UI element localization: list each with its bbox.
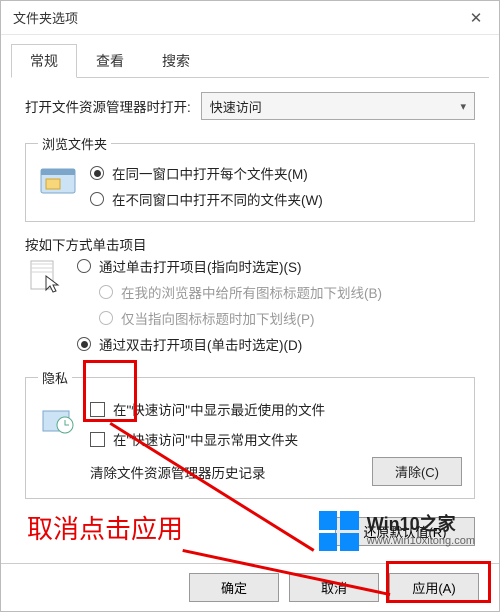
radio-underline-all: 在我的浏览器中给所有图标标题加下划线(B) <box>99 282 475 302</box>
window-title: 文件夹选项 <box>13 8 78 27</box>
radio-icon <box>99 311 113 325</box>
radio-icon <box>90 166 104 180</box>
browse-legend: 浏览文件夹 <box>38 134 111 153</box>
annotation-text: 取消点击应用 <box>27 509 183 546</box>
open-with-label: 打开文件资源管理器时打开: <box>25 96 191 116</box>
privacy-clock-icon <box>38 399 78 435</box>
folder-options-window: 文件夹选项 ✕ 常规 查看 搜索 打开文件资源管理器时打开: 快速访问 ▾ 浏览… <box>0 0 500 612</box>
radio-diff-window[interactable]: 在不同窗口中打开不同的文件夹(W) <box>90 189 462 209</box>
clear-button[interactable]: 清除(C) <box>372 457 462 486</box>
folder-window-icon <box>38 163 78 209</box>
watermark: Win10之家 www.win10xitong.com <box>319 511 475 551</box>
tab-bar: 常规 查看 搜索 <box>11 43 489 78</box>
radio-double-click[interactable]: 通过双击打开项目(单击时选定)(D) <box>77 334 475 354</box>
open-with-row: 打开文件资源管理器时打开: 快速访问 ▾ <box>25 92 475 120</box>
combo-value: 快速访问 <box>210 97 262 116</box>
tab-view[interactable]: 查看 <box>77 44 143 78</box>
titlebar: 文件夹选项 ✕ <box>1 1 499 35</box>
close-icon: ✕ <box>470 9 483 27</box>
radio-icon <box>77 337 91 351</box>
ok-button[interactable]: 确定 <box>189 573 279 602</box>
browse-fieldset: 浏览文件夹 在同一窗口中打开每个文件夹(M) 在不同窗口中打开不同的文件夹(W) <box>25 134 475 222</box>
tab-general[interactable]: 常规 <box>11 44 77 78</box>
tab-content: 打开文件资源管理器时打开: 快速访问 ▾ 浏览文件夹 在同一窗口中打开每个文件夹… <box>1 78 499 499</box>
radio-same-window[interactable]: 在同一窗口中打开每个文件夹(M) <box>90 163 462 183</box>
annotation-box-apply <box>386 561 491 603</box>
radio-icon <box>90 192 104 206</box>
radio-underline-hover: 仅当指向图标标题时加下划线(P) <box>99 308 475 328</box>
brand-url: www.win10xitong.com <box>367 535 475 547</box>
radio-single-click[interactable]: 通过单击打开项目(指向时选定)(S) <box>77 256 475 276</box>
privacy-legend: 隐私 <box>38 368 72 387</box>
radio-icon <box>99 285 113 299</box>
click-heading: 按如下方式单击项目 <box>25 234 475 254</box>
tab-search[interactable]: 搜索 <box>143 44 209 78</box>
radio-icon <box>77 259 91 273</box>
close-button[interactable]: ✕ <box>453 1 499 35</box>
checkbox-icon <box>90 432 105 447</box>
click-section: 通过单击打开项目(指向时选定)(S) 在我的浏览器中给所有图标标题加下划线(B)… <box>25 256 475 354</box>
annotation-box-checkboxes <box>83 360 137 422</box>
open-with-combo[interactable]: 快速访问 ▾ <box>201 92 475 120</box>
cursor-click-icon <box>25 256 65 354</box>
brand-name: Win10之家 <box>367 515 475 535</box>
chevron-down-icon: ▾ <box>460 100 466 113</box>
chk-recent-files[interactable]: 在"快速访问"中显示最近使用的文件 <box>90 399 462 419</box>
windows-logo-icon <box>319 511 359 551</box>
